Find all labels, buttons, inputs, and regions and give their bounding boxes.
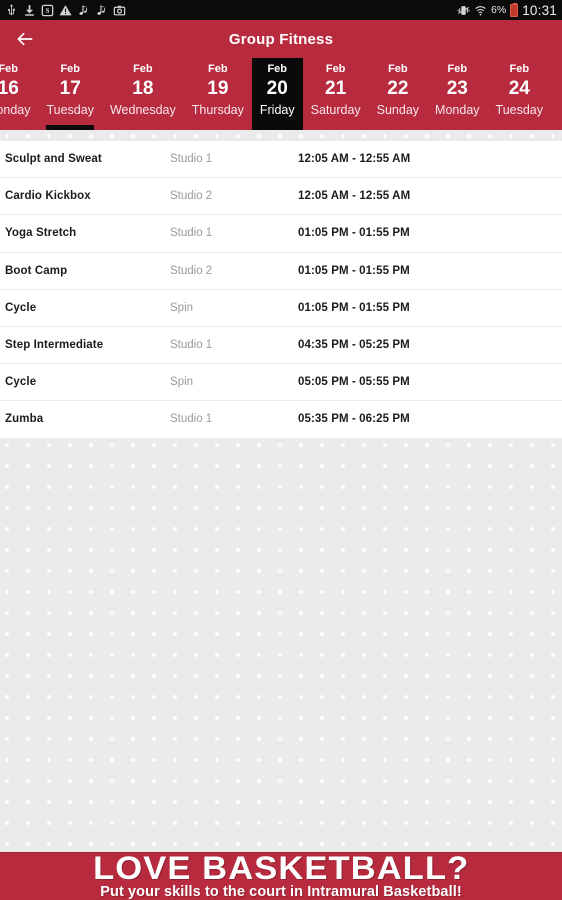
date-tab-day: 21	[325, 78, 347, 99]
date-tab-weekday: Tuesday	[495, 103, 544, 117]
date-tab-day: 22	[387, 78, 409, 99]
class-time: 12:05 AM - 12:55 AM	[298, 190, 411, 203]
date-tab[interactable]: Feb 18 Wednesday	[102, 58, 184, 130]
wifi-icon	[474, 4, 487, 17]
music-note-icon	[95, 4, 108, 17]
class-location: Studio 1	[170, 153, 213, 166]
date-tab-weekday: Sunday	[376, 103, 420, 117]
date-tab-month: Feb	[267, 63, 288, 75]
svg-text:S: S	[46, 7, 50, 15]
class-time: 01:05 PM - 01:55 PM	[298, 264, 410, 277]
date-tab-weekday: Monday	[0, 103, 31, 117]
date-tab-day: 24	[508, 78, 530, 99]
date-tab[interactable]: Feb 16 Monday	[0, 58, 38, 130]
date-tab-indicator	[46, 125, 94, 130]
class-row[interactable]: Cycle Spin 05:05 PM - 05:55 PM	[0, 364, 562, 402]
app-bar: Group Fitness	[0, 20, 562, 58]
banner-subline: Put your skills to the court in Intramur…	[100, 883, 462, 900]
usb-icon	[5, 4, 18, 17]
class-time: 01:05 PM - 01:55 PM	[298, 301, 410, 314]
class-time: 05:35 PM - 06:25 PM	[298, 413, 410, 426]
music-note-icon	[77, 4, 90, 17]
date-tab-day: 16	[0, 78, 19, 99]
date-tab-day: 23	[446, 78, 468, 99]
status-bar-right: 6% 10:31	[457, 0, 557, 20]
class-time: 12:05 AM - 12:55 AM	[298, 153, 411, 166]
banner-headline: LOVE BASKETBALL?	[92, 852, 470, 886]
date-tab[interactable]: Feb 17 Tuesday	[38, 58, 101, 130]
date-tab-month: Feb	[325, 63, 346, 75]
date-tab-month: Feb	[208, 63, 228, 75]
date-tab-month: Feb	[133, 63, 153, 75]
battery-percent-label: 6%	[491, 4, 507, 16]
dot-pattern-strip-top	[0, 130, 562, 141]
battery-icon	[510, 2, 519, 17]
date-tab[interactable]: Feb 19 Thursday	[184, 58, 252, 130]
class-row[interactable]: Yoga Stretch Studio 1 01:05 PM - 01:55 PM	[0, 215, 562, 253]
class-row[interactable]: Sculpt and Sweat Studio 1 12:05 AM - 12:55…	[0, 141, 562, 179]
date-tab-month: Feb	[0, 63, 19, 75]
class-row[interactable]: Step Intermediate Studio 1 04:35 PM - 05:2…	[0, 326, 562, 365]
class-location: Studio 2	[170, 190, 213, 203]
class-schedule-list: Sculpt and Sweat Studio 1 12:05 AM - 12:55…	[0, 141, 562, 439]
warning-icon	[59, 4, 72, 17]
date-tab[interactable]: Feb 22 Sunday	[369, 58, 427, 130]
class-name: Sculpt and Sweat	[5, 153, 102, 166]
class-name: Boot Camp	[5, 264, 68, 277]
date-tab[interactable]: Feb 20 Friday	[251, 58, 303, 130]
advertisement-banner[interactable]: LOVE BASKETBALL? Put your skills to the …	[0, 852, 562, 900]
arrow-left-icon	[15, 29, 35, 49]
status-bar-left-icons: S	[5, 4, 126, 17]
date-tab[interactable]: Feb 21 Saturday	[303, 58, 369, 130]
class-location: Spin	[170, 376, 194, 389]
date-tab-weekday: Monday	[435, 103, 480, 117]
date-tab-weekday: Friday	[259, 103, 295, 117]
class-name: Step Intermediate	[5, 339, 104, 352]
screenshot-badge-icon: S	[41, 4, 54, 17]
date-tab-day: 18	[132, 78, 154, 99]
date-tab-weekday: Wednesday	[109, 103, 176, 117]
download-icon	[23, 4, 36, 17]
back-button[interactable]	[8, 20, 42, 58]
date-tab-day: 20	[266, 78, 288, 99]
date-tab-day: 19	[207, 78, 229, 99]
class-name: Cycle	[5, 301, 37, 314]
page-title: Group Fitness	[228, 30, 334, 48]
class-time: 04:35 PM - 05:25 PM	[298, 339, 410, 352]
date-tab-strip[interactable]: Feb16MondayFeb17TuesdayFeb18WednesdayFeb…	[0, 58, 562, 130]
class-time: 05:05 PM - 05:55 PM	[298, 376, 410, 389]
camera-icon	[113, 4, 126, 17]
class-location: Studio 1	[170, 413, 213, 426]
class-name: Cycle	[5, 376, 37, 389]
class-row[interactable]: Cardio Kickbox Studio 2 12:05 AM - 12:55 A…	[0, 178, 562, 216]
dot-pattern-background	[0, 438, 562, 861]
date-tab-month: Feb	[60, 63, 80, 75]
class-name: Zumba	[5, 413, 44, 426]
class-row[interactable]: Zumba Studio 1 05:35 PM - 06:25 PM	[0, 401, 562, 439]
class-location: Studio 1	[170, 339, 213, 352]
class-row[interactable]: Boot Camp Studio 2 01:05 PM - 01:55 PM	[0, 252, 562, 290]
class-location: Studio 2	[170, 264, 213, 277]
class-time: 01:05 PM - 01:55 PM	[298, 227, 410, 240]
status-bar-clock: 10:31	[522, 2, 557, 18]
date-tab[interactable]: Feb 23 Monday	[427, 58, 487, 130]
vibrate-mute-icon	[457, 4, 470, 17]
class-location: Spin	[170, 301, 194, 314]
date-tab-weekday: Tuesday	[46, 103, 94, 117]
date-tab-month: Feb	[447, 63, 468, 75]
date-tab-weekday: Thursday	[191, 103, 244, 117]
date-tab-weekday: Saturday	[310, 103, 361, 117]
status-bar: S 6% 10:31	[0, 0, 562, 20]
class-location: Studio 1	[170, 227, 213, 240]
class-name: Cardio Kickbox	[5, 190, 91, 203]
class-row[interactable]: Cycle Spin 01:05 PM - 01:55 PM	[0, 289, 562, 327]
date-tab-day: 17	[59, 78, 81, 99]
class-name: Yoga Stretch	[5, 227, 77, 240]
date-tab-month: Feb	[388, 63, 408, 75]
date-tab[interactable]: Feb 24 Tuesday	[488, 58, 551, 130]
date-tab-month: Feb	[509, 63, 530, 75]
